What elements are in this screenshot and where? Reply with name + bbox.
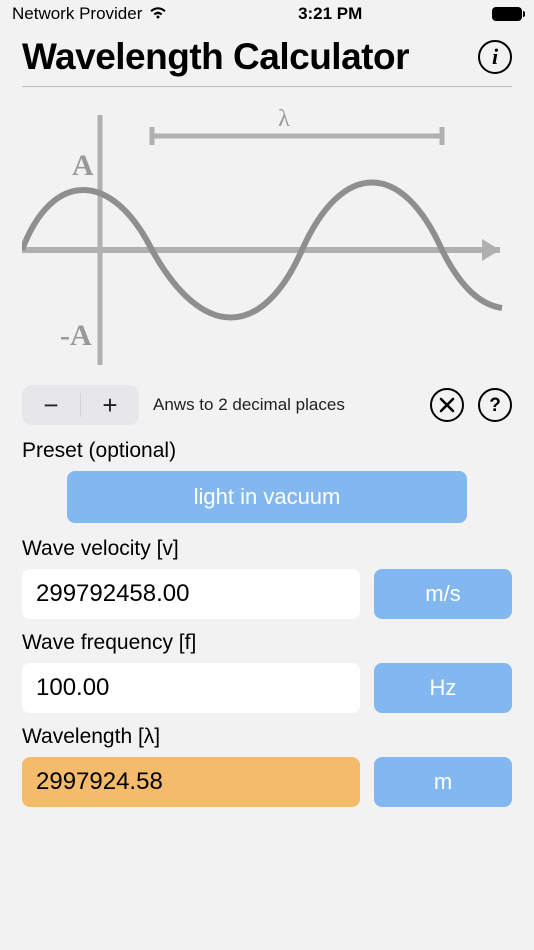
wave-diagram: λ A -A (0, 87, 534, 383)
battery-icon (492, 7, 522, 21)
frequency-unit-button[interactable]: Hz (374, 663, 512, 713)
frequency-input[interactable] (22, 663, 360, 713)
frequency-section: Wave frequency [f] Hz (0, 631, 534, 713)
decimal-decrease-button[interactable]: − (22, 385, 80, 425)
preset-section: Preset (optional) light in vacuum (0, 439, 534, 523)
status-bar: Network Provider 3:21 PM (0, 0, 534, 26)
clear-button[interactable] (430, 388, 464, 422)
lambda-symbol: λ (278, 106, 290, 132)
decimal-controls: − + Anws to 2 decimal places ? (0, 383, 534, 439)
preset-button[interactable]: light in vacuum (67, 471, 467, 523)
decimal-increase-button[interactable]: + (81, 385, 139, 425)
decimal-stepper: − + (22, 385, 139, 425)
wavelength-label: Wavelength [λ] (22, 725, 512, 749)
info-button[interactable]: i (478, 40, 512, 74)
velocity-section: Wave velocity [v] m/s (0, 537, 534, 619)
amplitude-pos-label: A (72, 149, 94, 182)
velocity-unit-button[interactable]: m/s (374, 569, 512, 619)
velocity-label: Wave velocity [v] (22, 537, 512, 561)
status-time: 3:21 PM (298, 4, 362, 24)
amplitude-neg-label: -A (60, 319, 92, 352)
network-provider: Network Provider (12, 4, 142, 24)
help-button[interactable]: ? (478, 388, 512, 422)
wavelength-unit-button[interactable]: m (374, 757, 512, 807)
wavelength-section: Wavelength [λ] m (0, 725, 534, 807)
decimal-hint: Anws to 2 decimal places (153, 395, 416, 415)
frequency-label: Wave frequency [f] (22, 631, 512, 655)
page-title: Wavelength Calculator (22, 36, 409, 78)
header: Wavelength Calculator i (0, 26, 534, 86)
preset-label: Preset (optional) (22, 439, 512, 463)
wifi-icon (148, 4, 168, 24)
wavelength-output[interactable] (22, 757, 360, 807)
velocity-input[interactable] (22, 569, 360, 619)
